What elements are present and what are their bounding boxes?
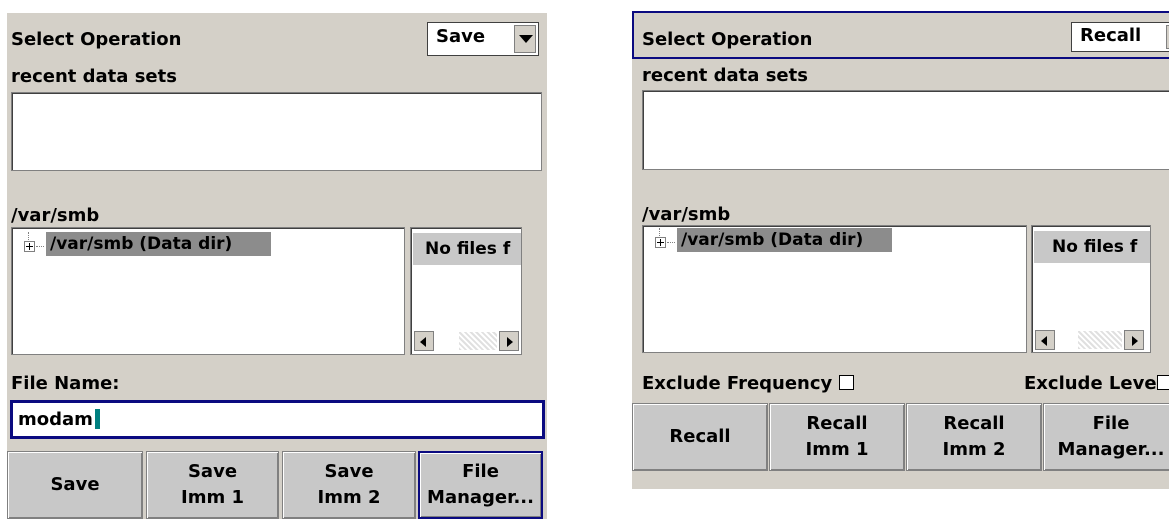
exclude-level-checkbox[interactable] xyxy=(1157,375,1169,390)
exclude-frequency-checkbox[interactable] xyxy=(839,375,854,390)
recall-imm-1-button[interactable]: Recall Imm 1 xyxy=(769,403,905,471)
file-name-value: modam xyxy=(18,409,100,430)
button-label-line2: Imm 1 xyxy=(181,487,244,508)
recent-data-sets-list[interactable] xyxy=(642,90,1169,170)
text-cursor xyxy=(94,409,100,429)
path-label: /var/smb xyxy=(11,205,100,226)
file-list[interactable]: No files f xyxy=(1031,225,1151,353)
arrow-left-icon[interactable] xyxy=(414,331,434,351)
plus-box-icon[interactable] xyxy=(24,241,35,252)
chevron-down-icon[interactable] xyxy=(514,25,536,53)
recall-button[interactable]: Recall xyxy=(632,403,768,471)
save-imm-1-button[interactable]: Save Imm 1 xyxy=(146,451,279,519)
tree-node-data-dir[interactable]: /var/smb (Data dir) xyxy=(46,232,271,256)
button-label-line1: File xyxy=(1092,413,1130,434)
recent-data-sets-label: recent data sets xyxy=(642,65,808,86)
button-label-line2: Imm 2 xyxy=(317,487,381,508)
exclude-level-label: Exclude Level xyxy=(1024,373,1163,394)
save-imm-2-button[interactable]: Save Imm 2 xyxy=(282,451,416,519)
button-label-line1: File xyxy=(462,461,499,482)
tree-node-data-dir[interactable]: /var/smb (Data dir) xyxy=(677,228,892,252)
scrollbar-track[interactable] xyxy=(459,332,497,350)
select-operation-label: Select Operation xyxy=(11,29,182,50)
button-label-line1: Save xyxy=(324,461,374,482)
recall-imm-2-button[interactable]: Recall Imm 2 xyxy=(906,403,1042,471)
file-list[interactable]: No files f xyxy=(410,227,522,355)
recent-data-sets-label: recent data sets xyxy=(11,66,177,87)
path-label: /var/smb xyxy=(642,204,731,225)
recall-button-label: Recall xyxy=(669,426,731,447)
button-label-line1: Save xyxy=(187,461,238,482)
button-label-line1: Recall xyxy=(806,413,868,434)
recent-data-sets-list[interactable] xyxy=(11,92,542,171)
button-label-line2: Manager... xyxy=(427,487,534,508)
exclude-frequency-label: Exclude Frequency xyxy=(642,373,833,394)
button-label-line2: Manager... xyxy=(1057,439,1165,460)
file-name-input[interactable]: modam xyxy=(10,400,545,439)
plus-box-icon[interactable] xyxy=(655,237,666,248)
operation-dropdown[interactable]: Save xyxy=(427,22,539,56)
recall-dialog-panel: Select Operation Recall recent data sets… xyxy=(632,11,1169,489)
scrollbar-track[interactable] xyxy=(1078,331,1122,349)
save-dialog-panel: Select Operation Save recent data sets /… xyxy=(7,13,547,519)
directory-tree[interactable]: /var/smb (Data dir) xyxy=(11,227,405,355)
directory-tree[interactable]: /var/smb (Data dir) xyxy=(642,225,1027,353)
arrow-right-icon[interactable] xyxy=(499,331,519,351)
select-operation-label: Select Operation xyxy=(642,29,813,50)
operation-dropdown[interactable]: Recall xyxy=(1071,22,1169,52)
file-manager-button[interactable]: File Manager... xyxy=(1043,403,1169,471)
tree-line xyxy=(667,242,675,243)
file-list-header: No files f xyxy=(413,233,521,265)
file-name-label: File Name: xyxy=(11,373,120,394)
operation-value: Save xyxy=(436,26,486,47)
tree-line xyxy=(36,246,44,247)
file-name-text: modam xyxy=(18,409,93,430)
file-list-header: No files f xyxy=(1034,231,1150,263)
button-label-line2: Imm 2 xyxy=(942,439,1006,460)
save-button-label: Save xyxy=(50,474,100,495)
arrow-left-icon[interactable] xyxy=(1035,330,1055,350)
operation-value: Recall xyxy=(1080,25,1142,46)
save-button[interactable]: Save xyxy=(7,451,143,519)
button-label-line2: Imm 1 xyxy=(805,439,869,460)
file-manager-button[interactable]: File Manager... xyxy=(418,451,543,519)
button-label-line1: Recall xyxy=(943,413,1005,434)
arrow-right-icon[interactable] xyxy=(1124,330,1144,350)
